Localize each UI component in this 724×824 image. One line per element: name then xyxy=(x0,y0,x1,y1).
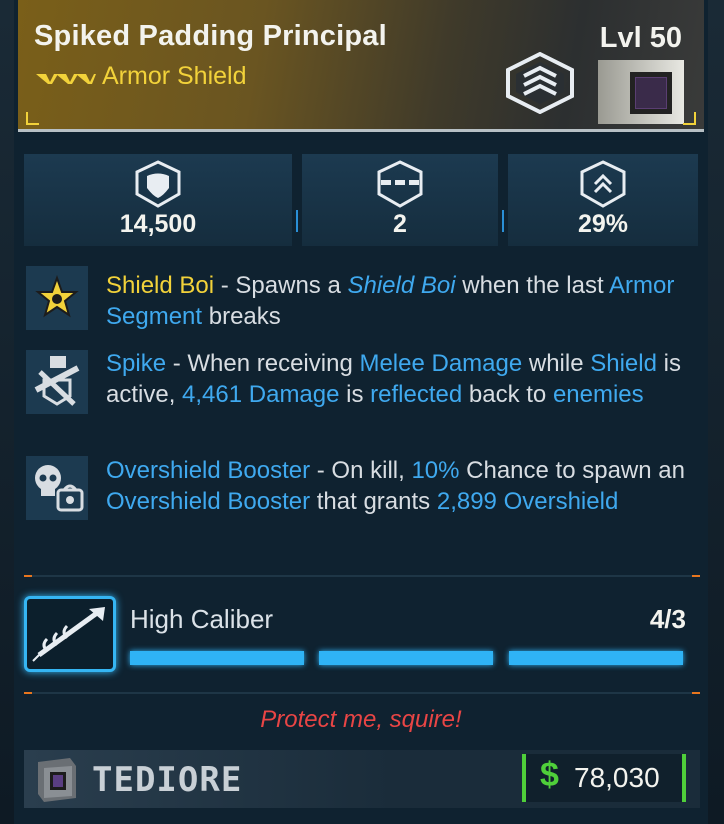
shield-capacity-icon xyxy=(135,160,181,208)
stat-divider xyxy=(296,210,298,232)
perk-text: - When receiving xyxy=(166,350,360,377)
perk-text: is xyxy=(339,381,371,408)
price-box: $ 78,030 xyxy=(522,754,686,802)
perk-icon-spike xyxy=(26,350,88,414)
perk-keyword: enemies xyxy=(552,381,644,408)
high-caliber-part-icon xyxy=(32,607,105,662)
stat-capacity: 14,500 xyxy=(24,154,292,246)
perk-keyword: Melee Damage xyxy=(359,350,523,377)
perk-text: - On kill, xyxy=(310,457,412,484)
perk-keyword: Overshield Booster xyxy=(106,488,311,515)
armor-segments-icon xyxy=(377,160,423,208)
perk-text: that grants xyxy=(310,488,437,515)
perk-overshield-booster: Overshield Booster - On kill, 10% Chance… xyxy=(106,455,696,517)
perk-name: Shield Boi xyxy=(106,272,215,299)
part-segment-3 xyxy=(509,651,683,665)
perk-text: while xyxy=(522,350,591,377)
skull-booster-icon xyxy=(35,465,84,512)
divider-tick-right xyxy=(692,575,700,577)
element-swatch xyxy=(598,60,684,124)
stat-capacity-value: 14,500 xyxy=(119,210,197,238)
perk-name: Spike xyxy=(106,350,167,377)
item-card: Spiked Padding Principal Armor Shield Lv… xyxy=(14,0,708,824)
part-count: 4/3 xyxy=(649,604,686,634)
flavor-text: Protect me, squire! xyxy=(260,706,462,733)
perk-text: - Spawns a xyxy=(214,272,348,299)
stat-divider xyxy=(502,210,504,232)
perk-text: when the last xyxy=(455,272,609,299)
background-panel-left xyxy=(0,0,14,824)
manufacturer-name: TEDIORE xyxy=(92,760,243,800)
recharge-rate-icon xyxy=(580,160,626,208)
item-type: Armor Shield xyxy=(102,62,247,90)
section-divider xyxy=(24,575,700,577)
perk-text: breaks xyxy=(202,303,281,330)
perk-keyword: Overshield xyxy=(503,488,619,515)
item-level: Lvl 50 xyxy=(599,22,682,54)
spike-fist-icon xyxy=(34,356,80,406)
perk-icon-overshield xyxy=(26,456,88,520)
perk-keyword: Shield Boi xyxy=(347,272,456,299)
stat-segments-value: 2 xyxy=(393,210,407,238)
currency-icon: $ xyxy=(540,756,559,794)
perk-keyword: 2,899 xyxy=(436,488,497,515)
divider-tick-left xyxy=(24,575,32,577)
item-header: Spiked Padding Principal Armor Shield Lv… xyxy=(18,0,704,132)
perk-text: back to xyxy=(462,381,553,408)
element-icon xyxy=(630,72,672,114)
shield-rank-icon xyxy=(506,52,574,114)
price-value: 78,030 xyxy=(574,762,660,793)
stat-segments: 2 xyxy=(302,154,498,246)
perk-name: Overshield Booster xyxy=(106,457,311,484)
perk-keyword: 10% xyxy=(411,457,460,484)
perk-keyword: Shield xyxy=(590,350,657,377)
rarity-chevrons-icon xyxy=(36,74,96,84)
perk-text: Chance to spawn an xyxy=(459,457,685,484)
perk-keyword: reflected xyxy=(370,381,463,408)
perk-spike: Spike - When receiving Melee Damage whil… xyxy=(106,348,696,410)
part-segment-1 xyxy=(130,651,304,665)
tediore-cube-icon xyxy=(38,758,76,802)
section-divider xyxy=(24,692,700,694)
background-panel-right xyxy=(708,0,724,824)
divider-tick-right xyxy=(692,692,700,694)
part-icon-frame xyxy=(24,596,116,672)
corner-marker-left xyxy=(26,112,39,125)
part-segment-2 xyxy=(319,651,493,665)
item-name: Spiked Padding Principal xyxy=(34,20,387,52)
divider-tick-left xyxy=(24,692,32,694)
star-burst-icon xyxy=(35,275,79,318)
perk-icon-shield-boi xyxy=(26,266,88,330)
perk-shield-boi: Shield Boi - Spawns a Shield Boi when th… xyxy=(106,270,696,332)
part-name: High Caliber xyxy=(130,604,274,634)
stat-recharge-value: 29% xyxy=(577,210,629,238)
corner-marker-right xyxy=(683,112,696,125)
stat-recharge: 29% xyxy=(508,154,698,246)
item-footer: TEDIORE $ 78,030 xyxy=(24,750,700,808)
perk-keyword: 4,461 Damage xyxy=(182,381,340,408)
